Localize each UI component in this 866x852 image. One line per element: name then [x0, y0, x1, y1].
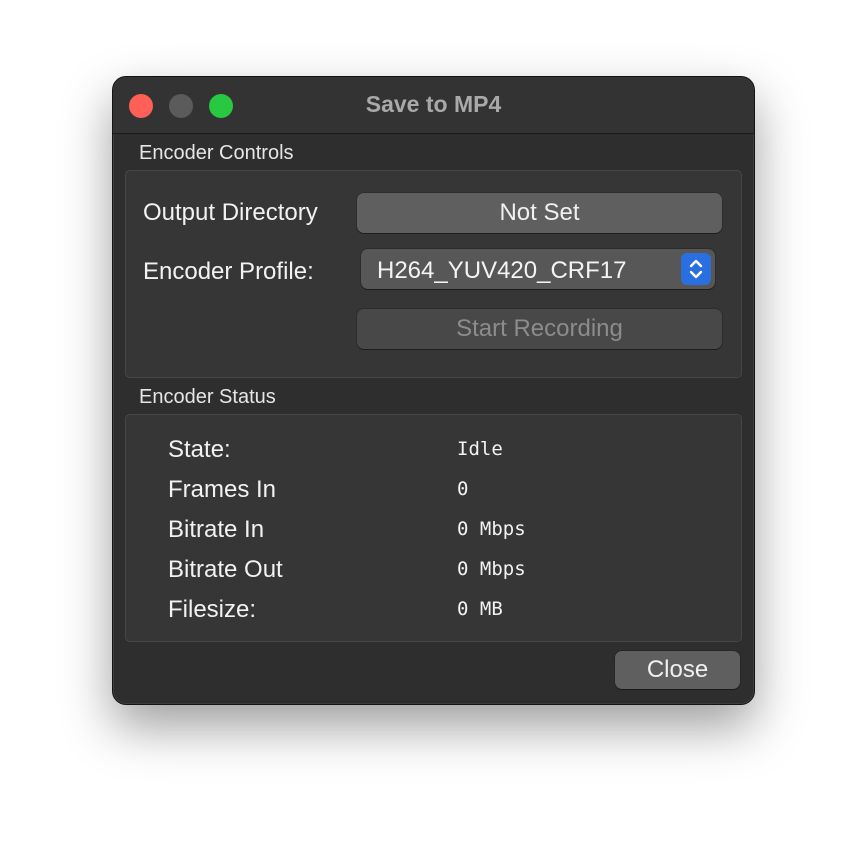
encoder-status-group: State: Idle Frames In 0 Bitrate In 0 Mbp… [125, 414, 742, 642]
close-button[interactable]: Close [615, 651, 740, 689]
filesize-value: 0 MB [457, 598, 503, 620]
frames-in-value: 0 [457, 478, 469, 500]
bitrate-in-value: 0 Mbps [457, 518, 526, 540]
state-label: State: [168, 436, 231, 463]
encoder-profile-value: H264_YUV420_CRF17 [377, 257, 627, 284]
encoder-profile-select[interactable]: H264_YUV420_CRF17 [361, 249, 715, 289]
start-recording-button[interactable]: Start Recording [357, 309, 722, 349]
window-title: Save to MP4 [365, 91, 502, 117]
encoder-status-label: Encoder Status [139, 386, 276, 408]
encoder-profile-label: Encoder Profile: [143, 258, 314, 285]
state-value: Idle [457, 438, 503, 460]
bitrate-out-value: 0 Mbps [457, 558, 526, 580]
frames-in-label: Frames In [168, 476, 277, 503]
bitrate-out-label: Bitrate Out [168, 556, 283, 583]
encoder-controls-group: Output Directory Not Set Encoder Profile… [125, 170, 742, 378]
encoder-controls-label: Encoder Controls [139, 142, 294, 164]
bitrate-in-label: Bitrate In [168, 516, 265, 543]
chevron-up-down-icon[interactable] [681, 253, 711, 285]
output-directory-label: Output Directory [143, 199, 318, 226]
save-to-mp4-window: Save to MP4 Encoder Controls Output Dire… [112, 76, 755, 705]
filesize-label: Filesize: [168, 596, 257, 623]
title-bar: Save to MP4 [113, 77, 754, 134]
output-directory-button[interactable]: Not Set [357, 193, 722, 233]
